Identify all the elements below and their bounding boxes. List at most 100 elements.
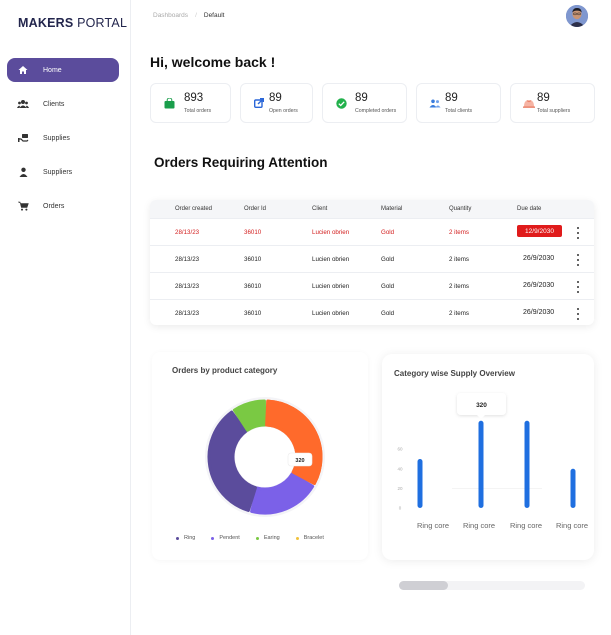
app-root: MAKERS PORTAL Home Clients Supplies Supp… <box>0 0 611 635</box>
cell-order-created: 28/13/23 <box>175 256 200 263</box>
row-menu-icon[interactable] <box>576 254 580 266</box>
cell-order-id: 36010 <box>244 256 262 263</box>
stat-value: 89 <box>269 92 282 104</box>
bar-mark[interactable] <box>478 420 484 508</box>
legend-label: Earing <box>263 535 280 541</box>
person-icon <box>17 166 29 178</box>
bag-icon <box>163 97 175 109</box>
table-row[interactable]: 28/13/23 36010 Lucien obrien Gold 2 item… <box>150 245 594 272</box>
breadcrumb-separator: / <box>195 12 197 19</box>
stat-label: Total clients <box>445 108 473 114</box>
table-row[interactable]: 28/13/23 36010 Lucien obrien Gold 2 item… <box>150 218 594 245</box>
scrollbar-thumb[interactable] <box>399 581 448 590</box>
brand-name-light: PORTAL <box>77 16 128 30</box>
stat-value: 89 <box>355 92 368 104</box>
cell-order-id: 36010 <box>244 310 262 317</box>
legend-item[interactable]: Earing <box>255 535 280 541</box>
cell-material: Gold <box>381 256 395 263</box>
column-header[interactable]: Due date <box>517 206 541 212</box>
stat-card-total-clients[interactable]: 89 Total clients <box>416 83 501 123</box>
cell-order-created: 28/13/23 <box>175 310 200 317</box>
legend-item[interactable]: Ring <box>176 535 195 541</box>
legend-label: Bracelet <box>303 535 324 541</box>
legend-item[interactable]: Bracelet <box>295 535 324 541</box>
legend-item[interactable]: Pendent <box>211 535 240 541</box>
row-menu-icon[interactable] <box>576 281 580 293</box>
stat-value: 893 <box>184 92 204 104</box>
table-row[interactable]: 28/13/23 36010 Lucien obrien Gold 2 item… <box>150 272 594 299</box>
home-icon <box>17 64 29 76</box>
horizontal-scrollbar[interactable] <box>399 581 585 590</box>
y-tick-label: 20 <box>397 486 403 491</box>
sidebar-item-orders[interactable]: Orders <box>7 194 119 218</box>
x-tick-label: Ring core <box>556 521 588 530</box>
stat-card-total-suppliers[interactable]: 89 Total suppliers <box>510 83 595 123</box>
stat-label: Total suppliers <box>537 108 571 114</box>
cell-order-created: 28/13/23 <box>175 229 200 236</box>
bar-chart-title: Category wise Supply Overview <box>394 369 515 378</box>
stat-card-total-orders[interactable]: 893 Total orders <box>150 83 231 123</box>
sidebar-item-suppliers[interactable]: Suppliers <box>7 160 119 184</box>
y-tick-label: 0 <box>399 506 402 511</box>
cell-client: Lucien obrien <box>312 256 350 263</box>
cell-material: Gold <box>381 310 395 317</box>
supply-overview-card: Category wise Supply Overview 0 20 40 60 Ri… <box>382 354 594 560</box>
column-header[interactable]: Order created <box>175 206 212 212</box>
sidebar-item-home[interactable]: Home <box>7 58 119 82</box>
y-tick-label: 60 <box>397 447 403 452</box>
row-menu-icon[interactable] <box>576 308 580 320</box>
stat-card-open-orders[interactable]: 89 Open orders <box>240 83 313 123</box>
cell-material: Gold <box>381 283 395 290</box>
column-header[interactable]: Client <box>312 206 327 212</box>
cell-quantity: 2 items <box>449 283 469 290</box>
orders-section-title: Orders Requiring Attention <box>154 155 328 170</box>
cell-due-date: 26/9/2030 <box>523 282 555 289</box>
bar-tooltip: 320 <box>457 393 506 419</box>
bar-mark[interactable] <box>524 420 530 508</box>
cell-order-created: 28/13/23 <box>175 283 200 290</box>
stat-value: 89 <box>445 92 458 104</box>
stat-value: 89 <box>537 92 550 104</box>
bar-tooltip-value: 320 <box>476 402 487 409</box>
orders-table: Order created Order Id Client Material Q… <box>150 200 594 325</box>
x-tick-label: Ring core <box>510 521 542 530</box>
column-header[interactable]: Quantity <box>449 206 471 212</box>
cell-due-date: 26/9/2030 <box>523 255 555 262</box>
bar-chart: 0 20 40 60 Ring core Ring core Ring core Ring … <box>397 393 588 530</box>
orders-by-category-card: Orders by product category 320 Ring Pend… <box>152 352 368 560</box>
suppliers-icon <box>523 97 535 109</box>
supplies-icon <box>17 132 29 144</box>
breadcrumb: Dashboards / Default <box>153 12 224 19</box>
donut-chart-title: Orders by product category <box>172 366 278 375</box>
avatar[interactable] <box>566 5 588 27</box>
breadcrumb-parent[interactable]: Dashboards <box>153 12 188 19</box>
column-header[interactable]: Order Id <box>244 206 266 212</box>
sidebar-nav: Home Clients Supplies Suppliers Orders <box>7 58 119 228</box>
cell-quantity: 2 items <box>449 256 469 263</box>
check-circle-icon <box>335 97 347 109</box>
cell-quantity: 2 items <box>449 310 469 317</box>
column-header[interactable]: Material <box>381 206 402 212</box>
cell-order-id: 36010 <box>244 283 262 290</box>
cell-client: Lucien obrien <box>312 229 350 236</box>
sidebar-item-clients[interactable]: Clients <box>7 92 119 116</box>
row-menu-icon[interactable] <box>576 227 580 239</box>
bar-mark[interactable] <box>417 459 423 508</box>
table-header: Order created Order Id Client Material Q… <box>150 200 594 218</box>
cell-due-date: 26/9/2030 <box>523 309 555 316</box>
sidebar: MAKERS PORTAL Home Clients Supplies Supp… <box>0 0 131 635</box>
breadcrumb-current: Default <box>203 12 225 19</box>
brand-name-bold: MAKERS <box>18 16 74 30</box>
sidebar-item-label: Suppliers <box>43 168 73 176</box>
donut-legend: Ring Pendent Earing Bracelet <box>176 535 340 541</box>
stat-label: Completed orders <box>355 108 397 114</box>
clients-icon <box>429 97 441 109</box>
brand-logo[interactable]: MAKERS PORTAL <box>18 16 127 30</box>
table-row[interactable]: 28/13/23 36010 Lucien obrien Gold 2 item… <box>150 299 594 325</box>
sidebar-item-supplies[interactable]: Supplies <box>7 126 119 150</box>
legend-label: Pendent <box>219 535 240 541</box>
cell-material: Gold <box>381 229 395 236</box>
stat-card-completed-orders[interactable]: 89 Completed orders <box>322 83 407 123</box>
bar-mark[interactable] <box>570 468 576 508</box>
cell-client: Lucien obrien <box>312 310 350 317</box>
